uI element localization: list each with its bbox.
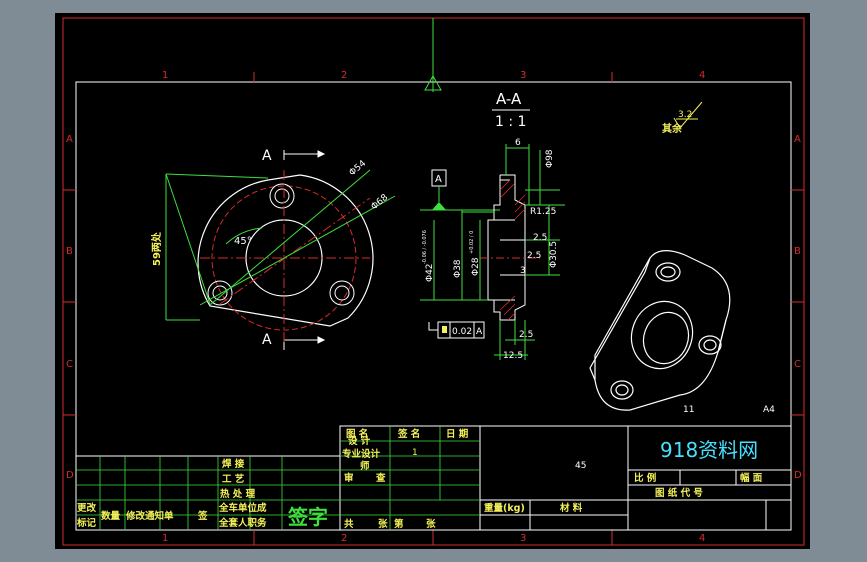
dim-25b: 2.5 <box>527 251 541 261</box>
roughness-value: 3.2 <box>678 110 692 120</box>
tb-material: 材 料 <box>559 502 583 514</box>
tb-di: 第 <box>394 518 404 530</box>
section-label: A-A <box>496 90 522 108</box>
roughness-rest: 其余 <box>662 122 683 135</box>
tb-brand: 918资料网 <box>660 438 758 462</box>
cut-label-bottom: A <box>262 332 272 348</box>
iso-label-11: 11 <box>683 405 694 415</box>
tb-qianming: 签 名 <box>397 428 420 440</box>
cut-label-top: A <box>262 148 272 164</box>
gtol-datum: A <box>476 327 483 337</box>
dim-125: 12.5 <box>503 351 523 361</box>
gtol-symbol-icon <box>442 326 447 333</box>
tb-sign-big: 签字 <box>287 505 328 529</box>
tb-zhang: 张 <box>378 518 388 530</box>
dim-phi305: Φ30.5 <box>549 241 559 268</box>
zone-row-A-right: A <box>794 134 801 145</box>
tb-chanpin: 全车单位成 <box>218 502 267 514</box>
zone-col-1-top: 1 <box>162 70 168 81</box>
tb-zhuanye: 专业设计 <box>342 448 381 460</box>
dim-angle: 45° <box>234 236 252 247</box>
section-scale: 1 : 1 <box>495 114 526 130</box>
zone-row-C-right: C <box>794 359 801 370</box>
tb-fumian: 幅 面 <box>740 472 763 484</box>
tb-hanjie: 焊 接 <box>222 458 245 470</box>
tb-weight: 重量(kg) <box>484 502 525 514</box>
tb-shuliang: 数量 <box>100 510 121 522</box>
tb-gaiban: 更改 <box>77 502 97 514</box>
gtol-value: 0.02 <box>452 327 472 337</box>
dim-3: 3 <box>520 266 526 276</box>
zone-col-4-bottom: 4 <box>699 533 705 544</box>
zone-col-2-bottom: 2 <box>341 533 347 544</box>
tol-phi28: +0.02 / 0 <box>469 231 475 254</box>
cad-drawing: 1 2 3 4 1 2 3 4 A B C D A B C D A-A 1 : … <box>55 13 810 549</box>
zone-col-2-top: 2 <box>341 70 347 81</box>
dim-phi98: Φ98 <box>545 149 555 168</box>
zone-row-B-left: B <box>66 246 73 257</box>
zone-col-1-bottom: 1 <box>162 533 168 544</box>
tb-rechuli: 热 处 理 <box>220 488 256 500</box>
zone-row-D-right: D <box>794 470 802 481</box>
datum-label: A <box>435 174 442 185</box>
tb-value-45: 45 <box>575 461 586 471</box>
tb-shi: 师 <box>360 460 370 472</box>
tb-bili: 比 例 <box>634 472 656 484</box>
zone-col-3-top: 3 <box>520 70 526 81</box>
dim-59: 59两处 <box>150 231 163 266</box>
tb-riqi: 日 期 <box>446 428 468 440</box>
tb-qian: 签 <box>197 510 208 522</box>
dim-phi28: Φ28 <box>471 257 481 276</box>
zone-row-B-right: B <box>794 246 801 257</box>
dim-phi38: Φ38 <box>453 259 463 278</box>
dim-r125: R1.25 <box>530 207 556 217</box>
tb-xiugai: 修改通知单 <box>125 510 174 522</box>
tb-tuzhi: 图 纸 代 号 <box>655 487 703 499</box>
zone-row-C-left: C <box>66 359 73 370</box>
tb-shen: 审 <box>344 472 354 484</box>
zone-row-D-left: D <box>66 470 74 481</box>
tb-cha: 查 <box>375 472 386 484</box>
tb-sheji: 设 计 <box>348 435 371 447</box>
zone-col-4-top: 4 <box>699 70 705 81</box>
tb-biaoji: 标记 <box>76 517 97 529</box>
dim-6: 6 <box>515 138 521 148</box>
tb-zhuanye-value: 1 <box>412 448 418 458</box>
sheet-size: A4 <box>763 405 775 415</box>
zone-col-3-bottom: 3 <box>520 533 526 544</box>
dim-25a: 2.5 <box>533 233 547 243</box>
tb-zhang2: 张 <box>426 518 436 530</box>
tb-gong: 共 <box>344 518 354 530</box>
dim-phi42: Φ42 <box>425 263 435 282</box>
tol-phi42: -0.06 / -0.076 <box>422 230 428 264</box>
tb-chanpin2: 全套人职务 <box>218 517 267 529</box>
zone-row-A-left: A <box>66 134 73 145</box>
dim-25c: 2.5 <box>519 330 533 340</box>
tb-gongyi: 工 艺 <box>222 473 245 485</box>
